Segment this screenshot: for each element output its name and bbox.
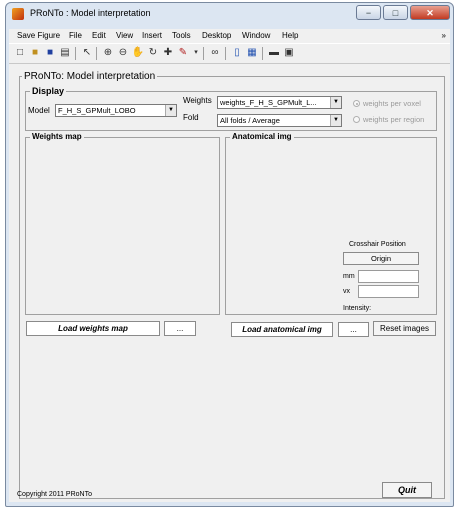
chevron-down-icon: ▼	[330, 115, 341, 126]
hide-tools-icon[interactable]: ▬	[267, 46, 281, 60]
weights-map-title: Weights map	[30, 132, 84, 141]
toolbar-separator	[225, 47, 226, 60]
menu-bar: Save Figure File Edit View Insert Tools …	[9, 29, 450, 43]
anatomical-img-title: Anatomical img	[230, 132, 294, 141]
menu-desktop[interactable]: Desktop	[202, 31, 231, 40]
radio-weights-per-region-label: weights per region	[363, 115, 425, 124]
window-title: PRoNTo : Model interpretation	[30, 8, 151, 18]
load-weights-map-button[interactable]: Load weights map	[26, 321, 160, 336]
toolbar: □ ■ ■ ▤ ↖ ⊕ ⊖ ✋ ↻ ✚ ✎ ▾ ∞ ▯ ▦ ▬ ▣	[9, 43, 450, 64]
fold-select[interactable]: All folds / Average ▼	[217, 114, 342, 127]
weights-label: Weights	[183, 96, 212, 105]
menu-view[interactable]: View	[116, 31, 133, 40]
data-cursor-icon[interactable]: ✚	[161, 46, 175, 60]
anatomical-img-axes[interactable]	[228, 144, 343, 312]
model-select-value: F_H_S_GPMult_LOBO	[58, 106, 136, 115]
matlab-app-icon	[12, 8, 24, 20]
browse-weights-button[interactable]: ...	[164, 321, 196, 336]
zoom-in-icon[interactable]: ⊕	[101, 46, 115, 60]
toolbar-separator	[203, 47, 204, 60]
brush-dropdown-icon[interactable]: ▾	[189, 46, 203, 60]
radio-weights-per-voxel-label: weights per voxel	[363, 99, 421, 108]
fold-label: Fold	[183, 113, 199, 122]
menu-window[interactable]: Window	[242, 31, 270, 40]
zoom-out-icon[interactable]: ⊖	[116, 46, 130, 60]
model-interpretation-panel: PRoNTo: Model interpretation Display Mod…	[17, 71, 445, 499]
link-icon[interactable]: ∞	[208, 46, 222, 60]
toolbar-separator	[262, 47, 263, 60]
menu-overflow-icon[interactable]: »	[442, 31, 446, 40]
weights-map-panel: Weights map	[25, 132, 220, 315]
mm-coordinates-field[interactable]	[358, 270, 419, 283]
origin-button[interactable]: Origin	[343, 252, 419, 265]
colorbar-icon[interactable]: ▯	[230, 46, 244, 60]
menu-save-figure[interactable]: Save Figure	[17, 31, 60, 40]
fold-select-value: All folds / Average	[220, 116, 280, 125]
radio-weights-per-region[interactable]	[353, 116, 360, 123]
app-window: PRoNTo : Model interpretation − □ ✕ Save…	[5, 2, 454, 507]
chevron-down-icon: ▼	[330, 97, 341, 108]
print-icon[interactable]: ▤	[58, 46, 72, 60]
pointer-icon[interactable]: ↖	[80, 46, 94, 60]
model-select[interactable]: F_H_S_GPMult_LOBO ▼	[55, 104, 177, 117]
legend-icon[interactable]: ▦	[245, 46, 259, 60]
menu-file[interactable]: File	[69, 31, 82, 40]
save-icon[interactable]: ■	[43, 46, 57, 60]
load-anatomical-img-button[interactable]: Load anatomical img	[231, 322, 333, 337]
weights-map-axes[interactable]	[28, 144, 217, 312]
new-file-icon[interactable]: □	[13, 46, 27, 60]
menu-help[interactable]: Help	[282, 31, 298, 40]
display-panel: Display Model F_H_S_GPMult_LOBO ▼ Weight…	[25, 86, 437, 131]
vx-label: vx	[343, 288, 350, 295]
figure-area: PRoNTo: Model interpretation Display Mod…	[9, 64, 450, 502]
menu-tools[interactable]: Tools	[172, 31, 191, 40]
brush-icon[interactable]: ✎	[176, 46, 190, 60]
chevron-down-icon: ▼	[165, 105, 176, 116]
intensity-label: Intensity:	[343, 305, 372, 312]
menu-edit[interactable]: Edit	[92, 31, 106, 40]
menu-insert[interactable]: Insert	[142, 31, 162, 40]
model-label: Model	[28, 106, 50, 115]
vx-coordinates-field[interactable]	[358, 285, 419, 298]
toolbar-separator	[96, 47, 97, 60]
quit-button[interactable]: Quit	[382, 482, 432, 498]
copyright-text: Copyright 2011 PRoNTo	[17, 491, 92, 498]
mm-label: mm	[343, 273, 355, 280]
weights-select-value: weights_F_H_S_GPMult_L...	[220, 98, 317, 107]
anatomical-img-panel: Anatomical img Crosshair Position Origin…	[225, 132, 437, 315]
crosshair-position-label: Crosshair Position	[349, 241, 406, 248]
radio-weights-per-voxel[interactable]	[353, 100, 360, 107]
dock-icon[interactable]: ▣	[282, 46, 296, 60]
rotate-icon[interactable]: ↻	[146, 46, 160, 60]
weights-select[interactable]: weights_F_H_S_GPMult_L... ▼	[217, 96, 342, 109]
open-folder-icon[interactable]: ■	[28, 46, 42, 60]
reset-images-button[interactable]: Reset images	[373, 321, 436, 336]
browse-anatomical-button[interactable]: ...	[338, 322, 369, 337]
maximize-button[interactable]: □	[383, 5, 408, 20]
close-button[interactable]: ✕	[410, 5, 450, 20]
minimize-button[interactable]: −	[356, 5, 381, 20]
toolbar-separator	[75, 47, 76, 60]
display-title: Display	[30, 86, 67, 96]
panel-title: PRoNTo: Model interpretation	[22, 71, 158, 82]
pan-icon[interactable]: ✋	[131, 46, 145, 60]
title-bar: PRoNTo : Model interpretation − □ ✕	[6, 3, 453, 25]
